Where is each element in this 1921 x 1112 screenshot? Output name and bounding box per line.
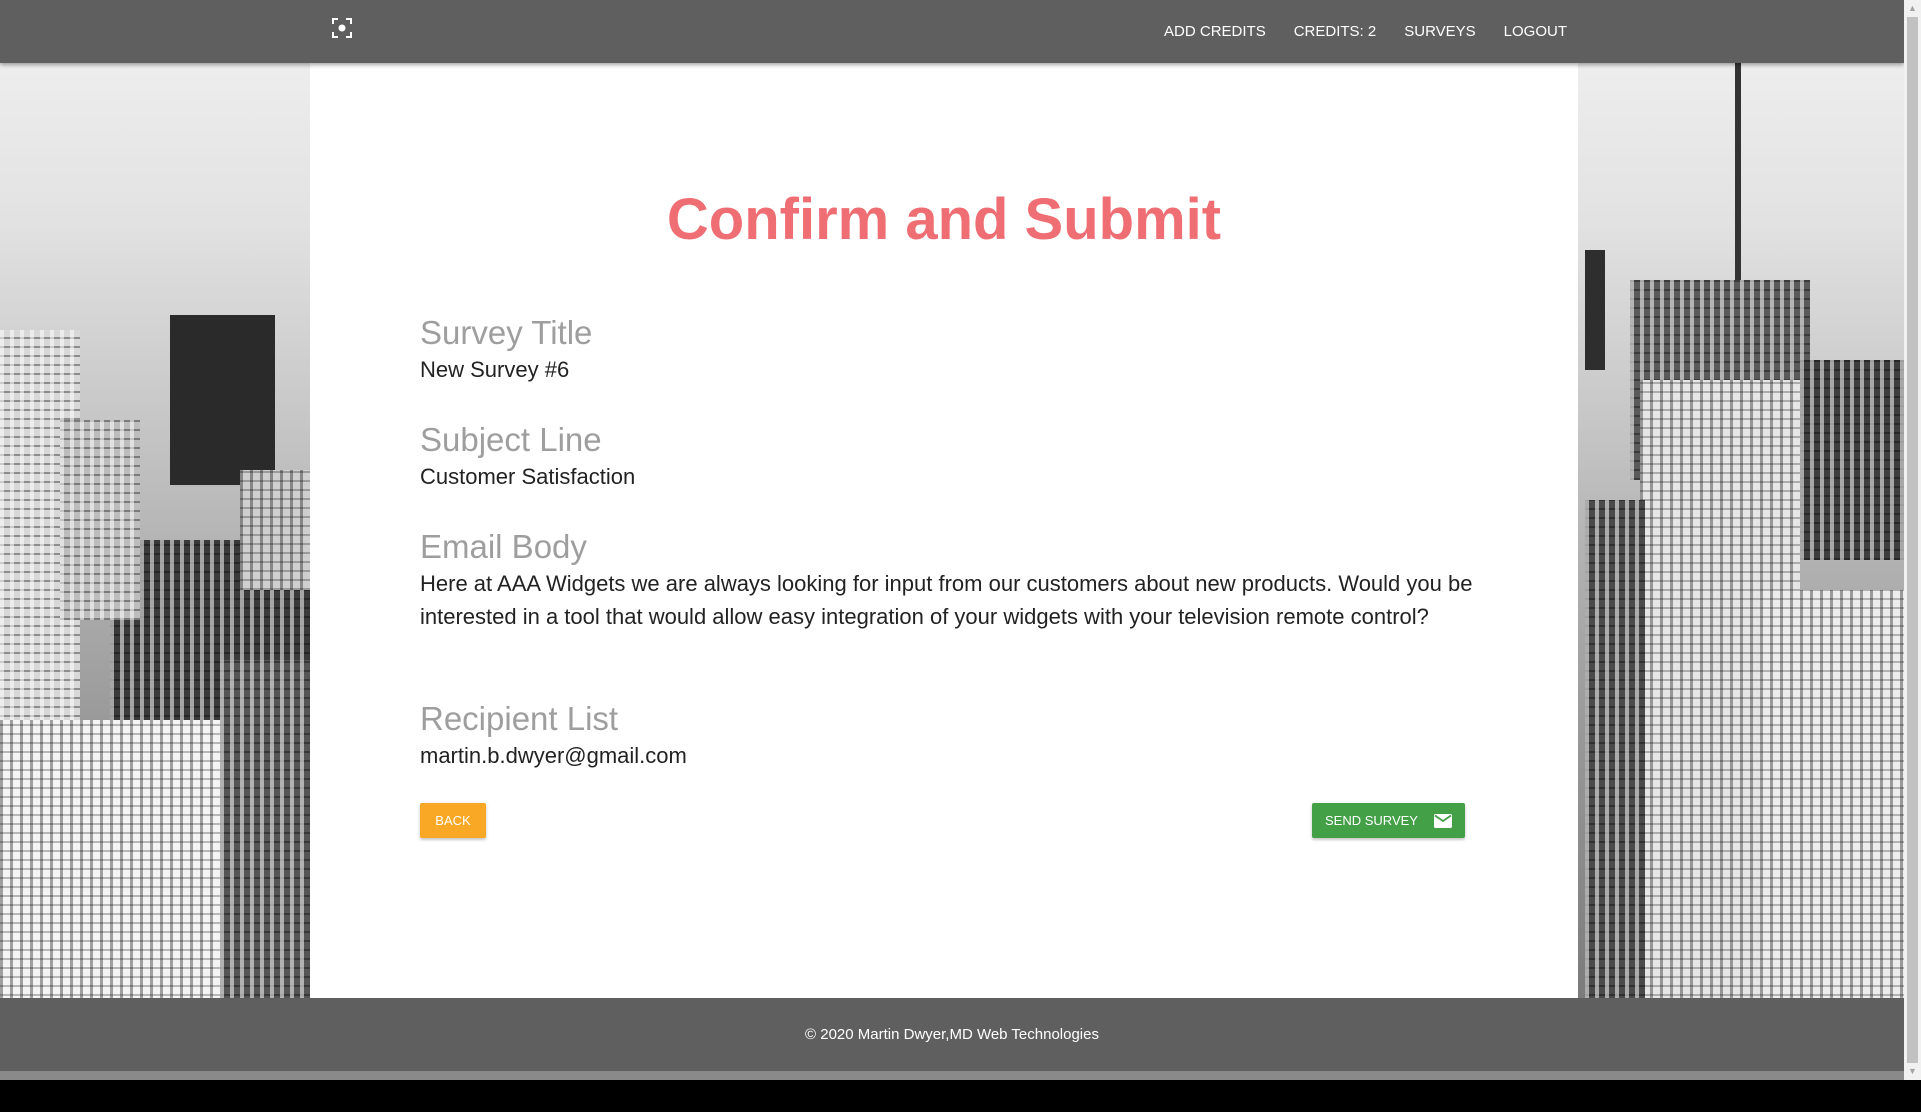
nav-links: ADD CREDITS CREDITS: 2 SURVEYS LOGOUT bbox=[1150, 0, 1581, 63]
page-title: Confirm and Submit bbox=[666, 187, 1222, 252]
footer-copyright: © 2020 Martin Dwyer,MD Web Technologies bbox=[805, 1026, 1099, 1043]
bottom-black-strip bbox=[0, 1080, 1921, 1112]
survey-title-label: Survey Title bbox=[420, 314, 593, 351]
subject-line-section: Subject Line Customer Satisfaction bbox=[420, 420, 1480, 493]
email-body-label: Email Body bbox=[420, 528, 587, 565]
subject-line-label: Subject Line bbox=[420, 421, 602, 458]
back-button-label: BACK bbox=[435, 813, 471, 828]
browser-viewport: ADD CREDITS CREDITS: 2 SURVEYS LOGOUT Co… bbox=[0, 0, 1904, 1080]
email-body-section: Email Body Here at AAA Widgets we are al… bbox=[420, 527, 1480, 633]
recipient-list-value: martin.b.dwyer@gmail.com bbox=[420, 743, 687, 768]
subject-line-value: Customer Satisfaction bbox=[420, 464, 636, 489]
nav-surveys[interactable]: SURVEYS bbox=[1390, 0, 1489, 63]
email-icon bbox=[1433, 813, 1452, 828]
recipient-list-section: Recipient List martin.b.dwyer@gmail.com bbox=[420, 699, 1480, 772]
vertical-scrollbar[interactable]: ▲ ▼ bbox=[1904, 0, 1921, 1080]
confirm-card: Confirm and Submit Survey Title New Surv… bbox=[310, 63, 1578, 998]
send-survey-button[interactable]: SEND SURVEY bbox=[1312, 803, 1465, 838]
page-footer: © 2020 Martin Dwyer,MD Web Technologies bbox=[0, 998, 1904, 1071]
send-survey-label: SEND SURVEY bbox=[1325, 813, 1418, 828]
back-button[interactable]: BACK bbox=[420, 803, 486, 838]
nav-add-credits[interactable]: ADD CREDITS bbox=[1150, 0, 1280, 63]
email-body-value: Here at AAA Widgets we are always lookin… bbox=[420, 571, 1473, 629]
top-navbar: ADD CREDITS CREDITS: 2 SURVEYS LOGOUT bbox=[0, 0, 1904, 63]
survey-title-value: New Survey #6 bbox=[420, 357, 570, 382]
focus-scan-icon[interactable] bbox=[331, 17, 353, 39]
nav-credits-count[interactable]: CREDITS: 2 bbox=[1280, 0, 1391, 63]
scrollbar-thumb[interactable] bbox=[1907, 17, 1918, 1063]
survey-title-section: Survey Title New Survey #6 bbox=[420, 313, 1480, 386]
nav-logout[interactable]: LOGOUT bbox=[1490, 0, 1581, 63]
recipient-list-label: Recipient List bbox=[420, 700, 619, 737]
scroll-up-arrow-icon[interactable]: ▲ bbox=[1904, 0, 1921, 17]
scroll-down-arrow-icon[interactable]: ▼ bbox=[1904, 1063, 1921, 1080]
